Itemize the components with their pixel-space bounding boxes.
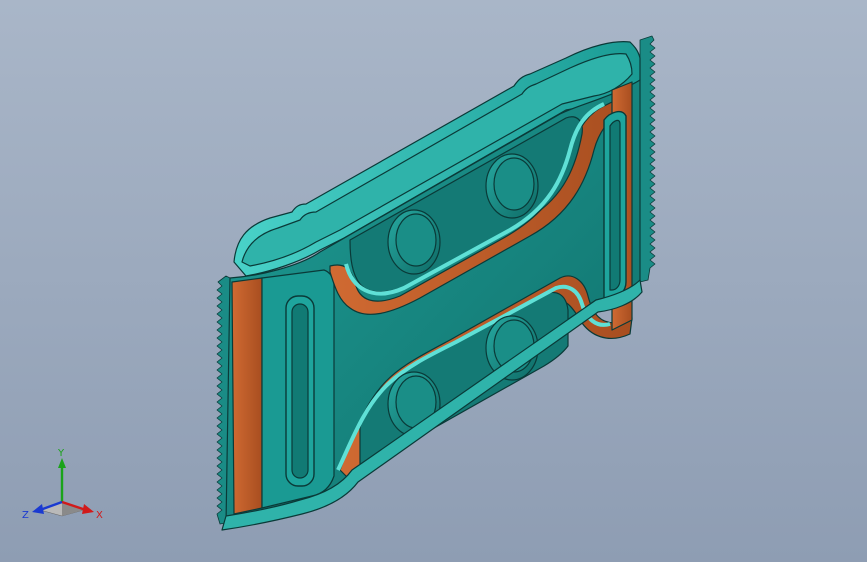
boss-upper-right[interactable] [485,153,539,219]
serrated-right-edge [639,35,656,283]
axis-z-label: Z [22,510,29,521]
model-part[interactable] [216,35,656,531]
boss-upper-left[interactable] [387,209,441,275]
axis-y-arrow-icon [58,458,66,468]
axis-x-arrow-icon [82,504,94,514]
right-slot-inner [609,119,621,291]
axis-z-arrow-icon [32,504,44,514]
view-triad[interactable]: Y X Z [22,446,112,526]
axis-x-label: X [96,510,103,521]
model-viewport[interactable] [0,0,867,562]
axis-y-label: Y [57,448,65,459]
left-slot-inner [291,303,309,479]
copper-left-band [231,277,263,515]
triad-base-icon [39,501,85,517]
